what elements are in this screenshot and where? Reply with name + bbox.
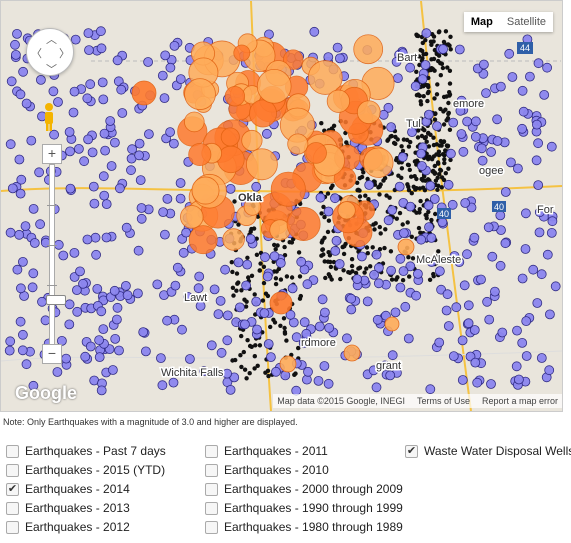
pegman-icon[interactable] bbox=[42, 102, 56, 132]
map-attribution: Map data ©2015 Google, INEGI Terms of Us… bbox=[273, 394, 562, 408]
map-data-credit: Map data ©2015 Google, INEGI bbox=[277, 396, 405, 406]
filter-label: Earthquakes - 1980 through 1989 bbox=[224, 520, 403, 534]
checkbox[interactable] bbox=[6, 520, 19, 534]
highway-label: 44 bbox=[520, 43, 530, 53]
report-map-error-link[interactable]: Report a map error bbox=[482, 396, 558, 406]
pan-control[interactable]: ︿ ﹀ 〈 〉 bbox=[26, 28, 74, 76]
pan-down-icon[interactable]: ﹀ bbox=[46, 61, 57, 77]
checkbox[interactable]: ✔ bbox=[6, 482, 19, 496]
zoom-out-button[interactable]: − bbox=[42, 344, 62, 364]
filter-2000-2009[interactable]: Earthquakes - 2000 through 2009 bbox=[205, 482, 403, 496]
zoom-slider-track[interactable] bbox=[46, 164, 66, 346]
map-layer: 44 40 40 Bart Tul emore ogee Okla For Mc… bbox=[1, 1, 562, 411]
google-logo[interactable]: Google bbox=[15, 383, 77, 404]
pan-left-icon[interactable]: 〈 bbox=[31, 45, 42, 61]
filter-2015-ytd[interactable]: Earthquakes - 2015 (YTD) bbox=[6, 463, 165, 477]
magnitude-note: Note: Only Earthquakes with a magnitude … bbox=[3, 417, 298, 427]
highway-label: 40 bbox=[439, 209, 449, 219]
zoom-control: + − bbox=[42, 144, 66, 364]
checkbox[interactable] bbox=[205, 444, 218, 458]
checkbox[interactable]: ✔ bbox=[405, 444, 418, 458]
filter-label: Earthquakes - 2015 (YTD) bbox=[25, 463, 166, 477]
checkbox[interactable] bbox=[205, 520, 218, 534]
pan-up-icon[interactable]: ︿ bbox=[46, 31, 57, 47]
map-type-control: Map Satellite bbox=[463, 12, 553, 32]
checkbox[interactable] bbox=[205, 482, 218, 496]
checkbox[interactable] bbox=[6, 444, 19, 458]
checkbox[interactable] bbox=[6, 463, 19, 477]
map-type-satellite-button[interactable]: Satellite bbox=[500, 12, 553, 32]
filter-label: Earthquakes - 1990 through 1999 bbox=[224, 501, 403, 515]
checkbox[interactable] bbox=[205, 463, 218, 477]
filter-label: Earthquakes - 2013 bbox=[25, 501, 130, 515]
pan-right-icon[interactable]: 〉 bbox=[59, 45, 70, 61]
filter-2011[interactable]: Earthquakes - 2011 bbox=[205, 444, 328, 458]
filter-label: Earthquakes - 2010 bbox=[224, 463, 329, 477]
filter-past-7-days[interactable]: Earthquakes - Past 7 days bbox=[6, 444, 166, 458]
city-label: McAleste bbox=[416, 254, 461, 266]
map-type-map-button[interactable]: Map bbox=[464, 12, 500, 32]
filter-2014[interactable]: ✔ Earthquakes - 2014 bbox=[6, 482, 130, 496]
checkbox[interactable] bbox=[6, 501, 19, 515]
filter-2013[interactable]: Earthquakes - 2013 bbox=[6, 501, 130, 515]
city-label: Tul bbox=[406, 118, 421, 130]
filter-label: Earthquakes - 2011 bbox=[224, 444, 328, 458]
zoom-in-button[interactable]: + bbox=[42, 144, 62, 164]
filter-label: Earthquakes - Past 7 days bbox=[25, 444, 166, 458]
filter-label: Earthquakes - 2012 bbox=[25, 520, 130, 534]
city-label: Okla bbox=[238, 192, 263, 204]
zoom-slider-handle[interactable] bbox=[46, 295, 66, 305]
terms-of-use-link[interactable]: Terms of Use bbox=[417, 396, 470, 406]
filter-label: Earthquakes - 2000 through 2009 bbox=[224, 482, 403, 496]
filter-label: Earthquakes - 2014 bbox=[25, 482, 130, 496]
city-label: Bart bbox=[397, 52, 417, 64]
city-label: emore bbox=[453, 98, 484, 110]
city-label: ogee bbox=[479, 165, 503, 177]
filter-label: Waste Water Disposal Wells bbox=[424, 444, 571, 458]
highway-label: 40 bbox=[494, 202, 504, 212]
filter-wastewater-wells[interactable]: ✔ Waste Water Disposal Wells bbox=[405, 444, 571, 458]
layer-filter-list: Earthquakes - Past 7 days Earthquakes - … bbox=[6, 444, 571, 540]
city-label: Lawt bbox=[184, 292, 207, 304]
city-label: Wichita Falls bbox=[161, 367, 224, 379]
filter-1980-1989[interactable]: Earthquakes - 1980 through 1989 bbox=[205, 520, 403, 534]
map-canvas[interactable]: 44 40 40 Bart Tul emore ogee Okla For Mc… bbox=[0, 0, 563, 412]
filter-1990-1999[interactable]: Earthquakes - 1990 through 1999 bbox=[205, 501, 403, 515]
city-label: rdmore bbox=[301, 337, 336, 349]
filter-2010[interactable]: Earthquakes - 2010 bbox=[205, 463, 329, 477]
checkbox[interactable] bbox=[205, 501, 218, 515]
city-label: grant bbox=[376, 360, 401, 372]
city-label: For bbox=[537, 204, 554, 216]
filter-2012[interactable]: Earthquakes - 2012 bbox=[6, 520, 130, 534]
